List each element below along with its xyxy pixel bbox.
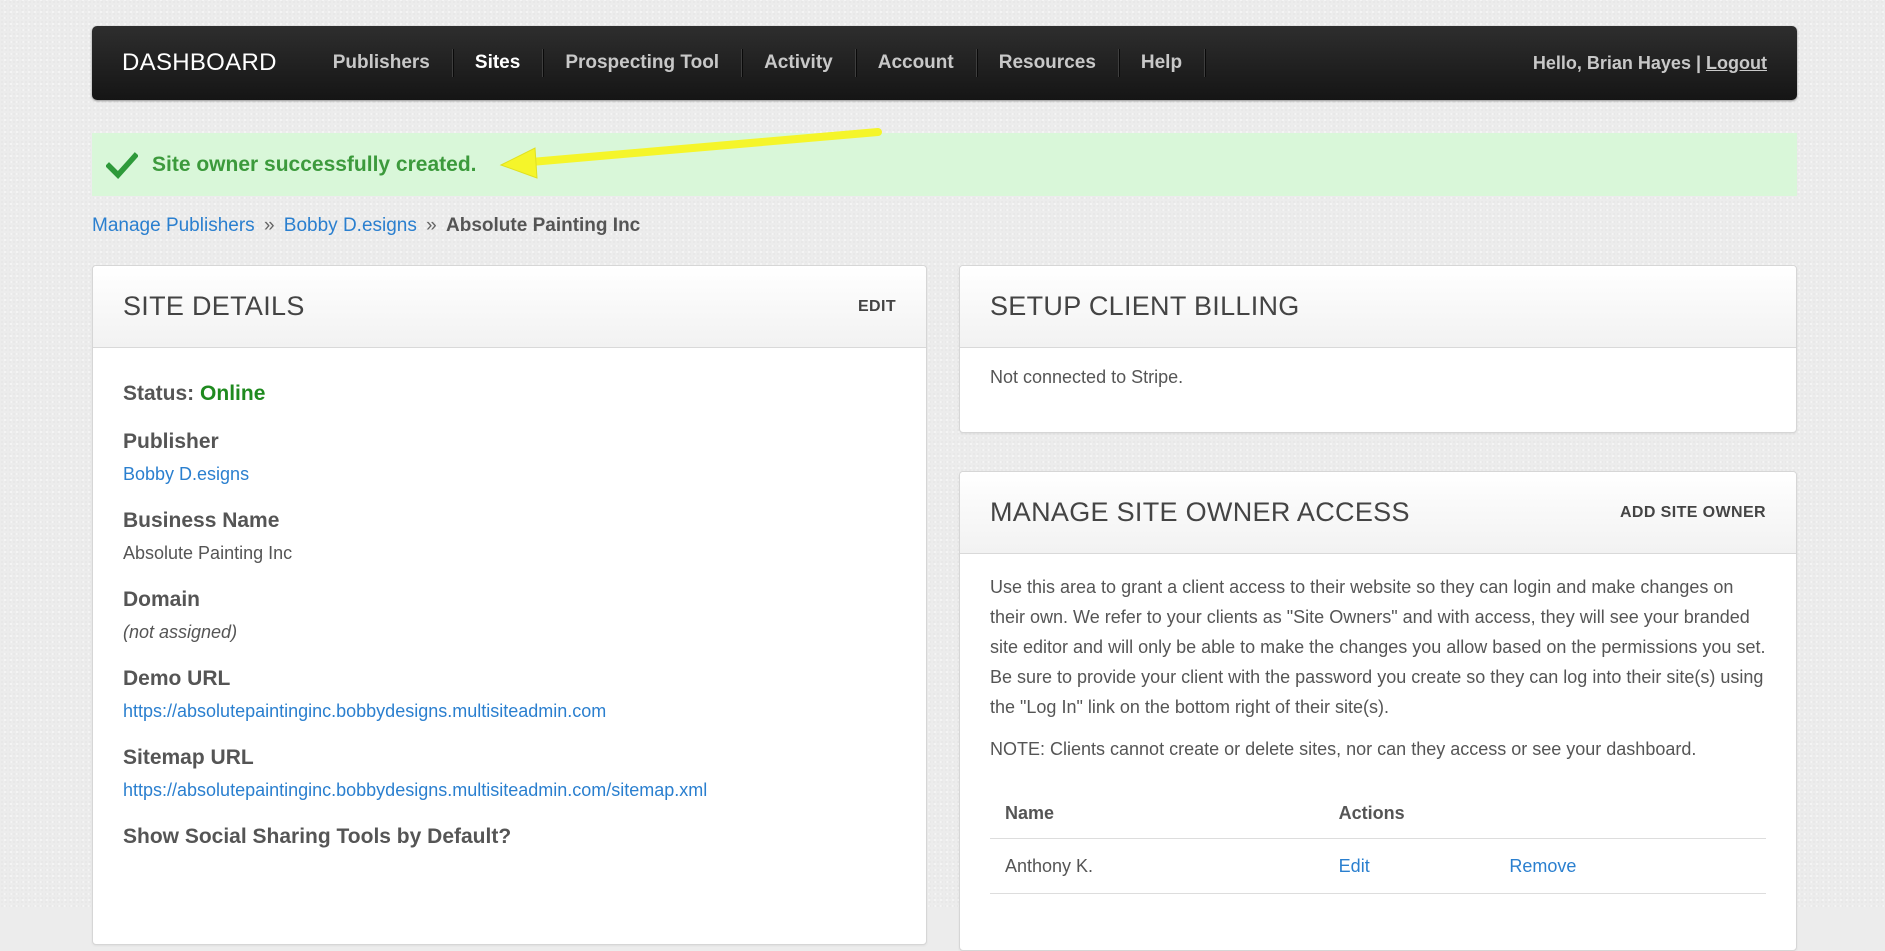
status-line: Status: Online xyxy=(123,382,896,406)
breadcrumb-manage-publishers[interactable]: Manage Publishers xyxy=(92,215,255,236)
table-header-row: Name Actions xyxy=(990,788,1766,839)
edit-site-owner-link[interactable]: Edit xyxy=(1339,856,1370,876)
nav-help[interactable]: Help xyxy=(1119,49,1206,77)
breadcrumb: Manage Publishers » Bobby D.esigns » Abs… xyxy=(92,215,640,237)
status-label: Status: xyxy=(123,382,195,405)
site-details-title: SITE DETAILS xyxy=(123,291,305,321)
breadcrumb-separator: » xyxy=(426,215,437,236)
breadcrumb-publisher[interactable]: Bobby D.esigns xyxy=(284,215,417,236)
client-billing-header: SETUP CLIENT BILLING xyxy=(960,266,1796,348)
business-name-value: Absolute Painting Inc xyxy=(123,543,293,563)
top-navbar: DASHBOARD Publishers Sites Prospecting T… xyxy=(92,26,1797,100)
brand-dashboard-link[interactable]: DASHBOARD xyxy=(92,49,309,77)
demo-url-link[interactable]: https://absolutepaintinginc.bobbydesigns… xyxy=(123,701,606,721)
client-billing-title: SETUP CLIENT BILLING xyxy=(990,291,1300,321)
column-header-name: Name xyxy=(990,788,1324,839)
column-header-actions: Actions xyxy=(1323,788,1495,839)
site-details-body: Status: Online Publisher Bobby D.esigns … xyxy=(93,348,926,849)
checkmark-icon xyxy=(106,151,138,179)
user-greeting-area: Hello, Brian Hayes | Logout xyxy=(1533,53,1797,74)
nav-resources[interactable]: Resources xyxy=(977,49,1119,77)
client-billing-panel: SETUP CLIENT BILLING Not connected to St… xyxy=(959,265,1797,433)
column-header-spacer xyxy=(1494,788,1766,839)
site-owner-access-panel: MANAGE SITE OWNER ACCESS ADD SITE OWNER … xyxy=(959,471,1797,951)
table-row: Anthony K. Edit Remove xyxy=(990,838,1766,894)
site-owners-table: Name Actions Anthony K. Edit Remove xyxy=(990,788,1766,894)
sitemap-url-link[interactable]: https://absolutepaintinginc.bobbydesigns… xyxy=(123,780,707,800)
nav-activity[interactable]: Activity xyxy=(742,49,856,77)
domain-value: (not assigned) xyxy=(123,622,238,642)
demo-url-label: Demo URL xyxy=(123,667,231,690)
logout-link[interactable]: Logout xyxy=(1706,53,1767,73)
sitemap-url-label: Sitemap URL xyxy=(123,746,254,769)
social-sharing-label: Show Social Sharing Tools by Default? xyxy=(123,825,512,848)
stripe-status-text: Not connected to Stripe. xyxy=(990,367,1184,387)
annotation-arrow-icon xyxy=(499,128,882,179)
domain-label: Domain xyxy=(123,588,201,611)
site-details-header: SITE DETAILS EDIT xyxy=(93,266,926,348)
status-value: Online xyxy=(200,382,266,405)
nav-sites[interactable]: Sites xyxy=(453,49,544,77)
add-site-owner-button[interactable]: ADD SITE OWNER xyxy=(1620,504,1766,522)
breadcrumb-separator: » xyxy=(263,215,275,236)
site-owner-access-title: MANAGE SITE OWNER ACCESS xyxy=(990,497,1410,527)
main-nav: Publishers Sites Prospecting Tool Activi… xyxy=(309,26,1206,100)
publisher-link[interactable]: Bobby D.esigns xyxy=(123,464,249,484)
success-alert: Site owner successfully created. xyxy=(92,133,1797,196)
site-owner-name: Anthony K. xyxy=(990,838,1324,894)
publisher-label: Publisher xyxy=(123,430,219,453)
business-name-label: Business Name xyxy=(123,509,280,532)
nav-publishers[interactable]: Publishers xyxy=(309,49,453,77)
nav-account[interactable]: Account xyxy=(856,49,977,77)
site-details-panel: SITE DETAILS EDIT Status: Online Publish… xyxy=(92,265,927,945)
alert-message: Site owner successfully created. xyxy=(152,152,477,176)
access-description: Use this area to grant a client access t… xyxy=(990,577,1766,717)
site-owner-access-header: MANAGE SITE OWNER ACCESS ADD SITE OWNER xyxy=(960,472,1796,554)
site-owner-access-body: Use this area to grant a client access t… xyxy=(960,554,1796,912)
edit-site-button[interactable]: EDIT xyxy=(858,298,896,316)
breadcrumb-current: Absolute Painting Inc xyxy=(446,215,641,236)
remove-site-owner-link[interactable]: Remove xyxy=(1509,856,1576,876)
access-note: NOTE: Clients cannot create or delete si… xyxy=(990,739,1697,759)
user-greeting: Hello, Brian Hayes | xyxy=(1532,52,1701,73)
nav-prospecting-tool[interactable]: Prospecting Tool xyxy=(543,49,743,77)
